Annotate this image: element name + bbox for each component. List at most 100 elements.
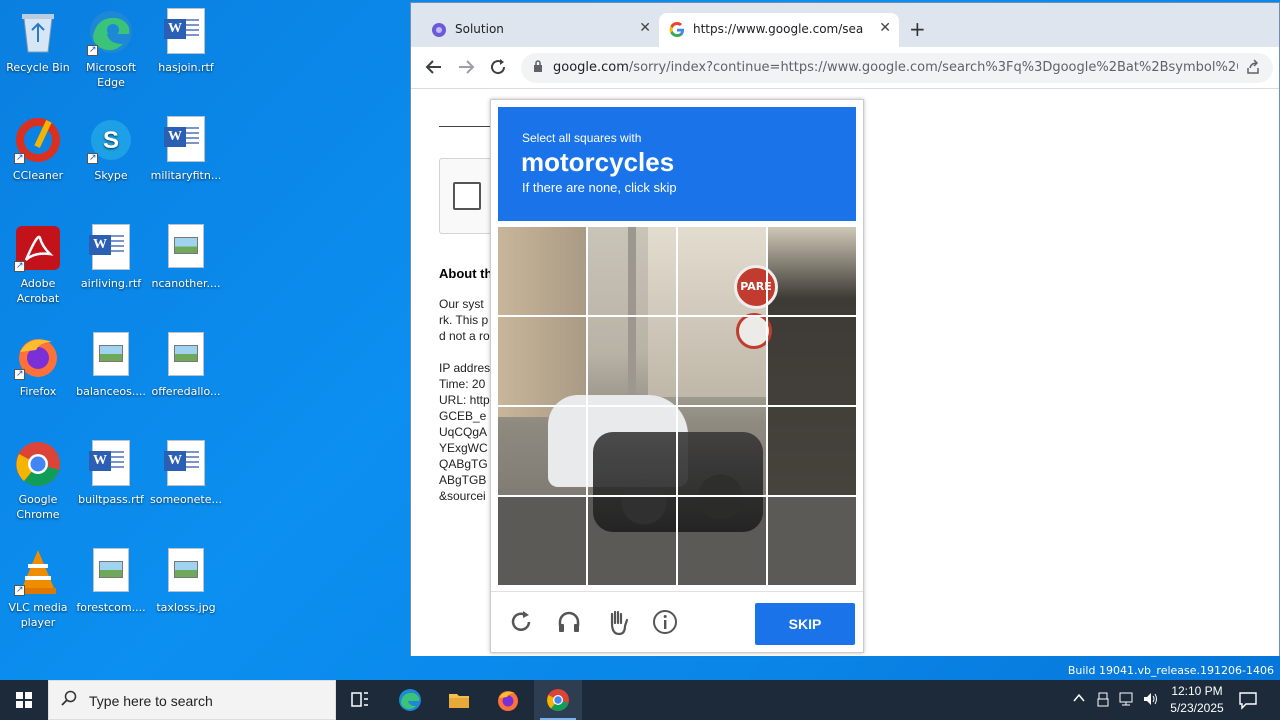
clock[interactable]: 12:10 PM 5/23/2025 xyxy=(1164,683,1230,717)
captcha-header: Select all squares with motorcycles If t… xyxy=(498,107,856,221)
share-icon[interactable] xyxy=(1245,59,1261,79)
task-view-icon xyxy=(351,692,368,707)
desktop-icon-offeredallo[interactable]: offeredallo... xyxy=(148,332,224,399)
desktop-icon-firefox[interactable]: Firefox xyxy=(0,332,76,399)
captcha-tile[interactable] xyxy=(588,317,676,405)
ccleaner-icon xyxy=(14,116,62,166)
image-file-icon xyxy=(162,332,210,380)
search-placeholder: Type here to search xyxy=(89,693,213,709)
chrome-icon xyxy=(14,440,62,488)
url-text: google.com/sorry/index?continue=https://… xyxy=(553,60,1238,75)
image-file-icon xyxy=(87,332,135,380)
edge-icon xyxy=(87,8,135,58)
image-file-icon xyxy=(162,548,210,596)
captcha-tile[interactable] xyxy=(588,497,676,585)
captcha-tile[interactable] xyxy=(498,317,586,405)
desktop-icon-label: balanceos.... xyxy=(76,385,146,398)
desktop-icon-recycle-bin[interactable]: Recycle Bin xyxy=(0,8,76,75)
desktop-icon-acrobat[interactable]: Adobe Acrobat xyxy=(0,224,76,306)
captcha-image-grid: PARE xyxy=(498,227,856,585)
desktop-icon-airliving[interactable]: W airliving.rtf xyxy=(73,224,149,291)
captcha-tile[interactable] xyxy=(498,227,586,315)
desktop-icon-forestcom[interactable]: forestcom.... xyxy=(73,548,149,615)
tab-close-icon[interactable]: ✕ xyxy=(639,20,651,36)
captcha-tile[interactable] xyxy=(678,407,766,495)
taskbar-chrome[interactable] xyxy=(534,680,582,720)
taskbar-firefox[interactable] xyxy=(484,680,532,720)
address-bar[interactable]: google.com/sorry/index?continue=https://… xyxy=(521,53,1273,83)
start-button[interactable] xyxy=(0,680,48,720)
captcha-challenge: Select all squares with motorcycles If t… xyxy=(490,99,864,653)
skype-icon: S xyxy=(87,116,135,166)
recaptcha-checkbox[interactable] xyxy=(453,182,481,210)
captcha-tile[interactable] xyxy=(768,317,856,405)
captcha-hint: If there are none, click skip xyxy=(522,180,677,195)
desktop-icon-label: Skype xyxy=(94,169,128,182)
tab-solution[interactable]: Solution ✕ xyxy=(421,13,659,47)
desktop-icon-builtpass[interactable]: W builtpass.rtf xyxy=(73,440,149,507)
tab-close-icon[interactable]: ✕ xyxy=(879,20,891,36)
tab-title: https://www.google.com/search xyxy=(693,22,863,36)
acrobat-icon xyxy=(14,224,62,274)
captcha-tile[interactable] xyxy=(678,497,766,585)
solution-favicon-icon xyxy=(432,23,446,37)
desktop-icon-hasjoin[interactable]: W hasjoin.rtf xyxy=(148,8,224,75)
desktop-icon-skype[interactable]: S Skype xyxy=(73,116,149,183)
captcha-tile[interactable] xyxy=(588,407,676,495)
captcha-tile[interactable] xyxy=(498,407,586,495)
desktop-icon-label: Adobe Acrobat xyxy=(16,277,60,305)
word-doc-icon: W xyxy=(87,224,135,272)
taskbar-search[interactable]: Type here to search xyxy=(48,680,336,720)
reload-icon[interactable] xyxy=(507,608,535,636)
google-favicon-icon xyxy=(669,22,684,37)
captcha-tile[interactable] xyxy=(588,227,676,315)
taskbar-file-explorer[interactable] xyxy=(435,680,483,720)
desktop-icon-taxloss[interactable]: taxloss.jpg xyxy=(148,548,224,615)
tab-google[interactable]: https://www.google.com/search ✕ xyxy=(659,13,899,47)
audio-icon[interactable] xyxy=(555,608,583,636)
hand-icon[interactable] xyxy=(603,608,631,636)
toolbar: google.com/sorry/index?continue=https://… xyxy=(411,47,1279,89)
captcha-tile[interactable] xyxy=(768,227,856,315)
desktop-icon-chrome[interactable]: Google Chrome xyxy=(0,440,76,522)
task-view-button[interactable] xyxy=(336,680,384,720)
desktop-icon-someonete[interactable]: W someonete... xyxy=(148,440,224,507)
desktop-icon-label: offeredallo... xyxy=(151,385,221,398)
edge-icon xyxy=(399,689,421,711)
desktop-icon-label: hasjoin.rtf xyxy=(158,61,214,74)
network-icon[interactable] xyxy=(1118,691,1134,711)
back-icon[interactable] xyxy=(425,58,443,81)
build-info: Build 19041.vb_release.191206-1406 xyxy=(1067,664,1274,677)
desktop-icon-label: Google Chrome xyxy=(16,493,60,521)
usb-icon[interactable] xyxy=(1096,691,1110,711)
desktop-icon-label: someonete... xyxy=(150,493,222,506)
skip-button[interactable]: SKIP xyxy=(755,603,855,645)
captcha-tile[interactable] xyxy=(678,317,766,405)
desktop-icon-vlc[interactable]: VLC media player xyxy=(0,548,76,630)
desktop-icon-ccleaner[interactable]: CCleaner xyxy=(0,116,76,183)
chevron-up-icon[interactable] xyxy=(1072,691,1086,709)
volume-icon[interactable] xyxy=(1142,691,1158,711)
desktop-icon-label: CCleaner xyxy=(12,169,64,182)
captcha-tile[interactable] xyxy=(498,497,586,585)
desktop-icon-label: Microsoft Edge xyxy=(85,61,137,89)
desktop-icon-edge[interactable]: Microsoft Edge xyxy=(73,8,149,90)
new-tab-button[interactable]: + xyxy=(909,17,926,41)
clock-time: 12:10 PM xyxy=(1171,684,1223,698)
captcha-tile[interactable] xyxy=(678,227,766,315)
captcha-tile[interactable] xyxy=(768,497,856,585)
desktop-icon-balanceos[interactable]: balanceos.... xyxy=(73,332,149,399)
reload-icon[interactable] xyxy=(489,58,507,81)
info-icon[interactable] xyxy=(651,608,679,636)
captcha-instruction: Select all squares with xyxy=(522,131,642,145)
captcha-target: motorcycles xyxy=(521,147,675,177)
forward-icon[interactable] xyxy=(457,58,475,81)
desktop-icon-label: builtpass.rtf xyxy=(78,493,144,506)
desktop-icon-militaryfitn[interactable]: W militaryfitn... xyxy=(148,116,224,183)
notifications-icon[interactable] xyxy=(1238,690,1258,714)
desktop-icon-ncanother[interactable]: ncanother.... xyxy=(148,224,224,291)
desktop-icon-label: taxloss.jpg xyxy=(156,601,216,614)
taskbar-edge[interactable] xyxy=(386,680,434,720)
word-doc-icon: W xyxy=(162,8,210,56)
captcha-tile[interactable] xyxy=(768,407,856,495)
